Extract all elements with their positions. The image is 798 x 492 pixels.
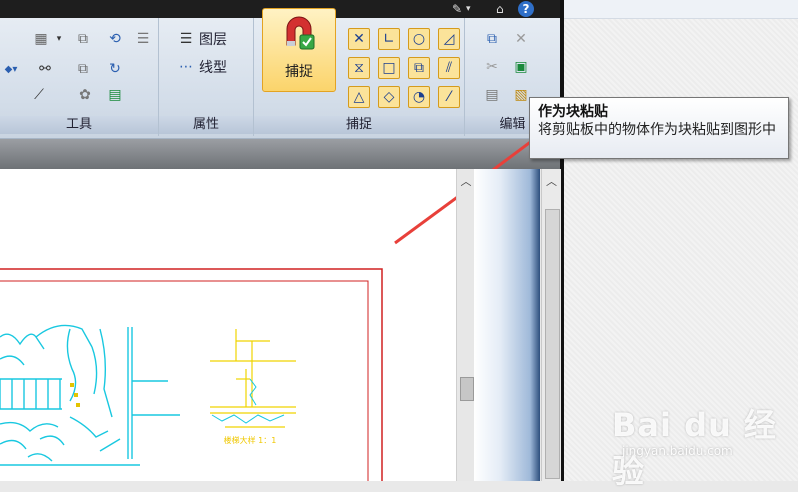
tooltip-title: 作为块粘贴 (538, 104, 608, 120)
canvas-scrollbar[interactable]: ︿ (456, 169, 475, 481)
side-panel-strip (474, 169, 540, 481)
scroll-up-icon[interactable]: ︿ (542, 173, 561, 191)
scroll-thumb[interactable] (545, 209, 560, 479)
scroll-up-icon[interactable]: ︿ (457, 173, 475, 191)
drawing-caption: 楼梯大样 1：1 (224, 435, 277, 445)
tooltip-description: 将剪贴板中的物体作为块粘贴到图形中 (538, 122, 776, 138)
watermark: Bai du 经验 jingyan.baidu.com (612, 392, 792, 490)
side-panel-scrollbar[interactable]: ︿ (541, 169, 561, 481)
scroll-thumb[interactable] (460, 377, 474, 401)
cad-drawing: 楼梯大样 1：1 (0, 105, 581, 481)
tooltip: 作为块粘贴 将剪贴板中的物体作为块粘贴到图形中 (529, 97, 789, 159)
watermark-url: jingyan.baidu.com (622, 444, 733, 458)
drawing-canvas[interactable]: 楼梯大样 1：1 (0, 105, 581, 481)
right-pane-header (563, 0, 798, 19)
annotation-arrow (476, 118, 560, 180)
